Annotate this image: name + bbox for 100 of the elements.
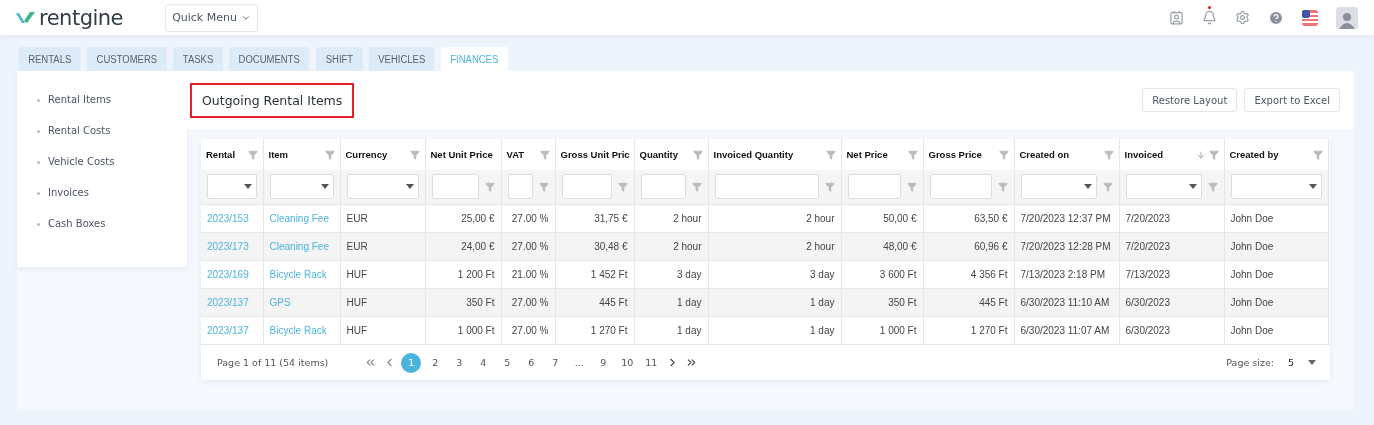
filter-icon[interactable] [691,181,702,192]
flag-icon[interactable] [1302,9,1318,26]
filter-icon[interactable] [1103,149,1114,160]
filter-icon[interactable] [824,181,835,192]
filter-field[interactable] [640,174,686,200]
sidebar-item[interactable]: Rental Costs [37,122,187,140]
filter-field[interactable] [847,174,901,200]
filter-dropdown[interactable] [1125,174,1202,200]
page-button[interactable]: 4 [473,352,494,373]
filter-field[interactable] [561,174,612,200]
column-header[interactable]: Created on [1019,149,1070,160]
filter-icon[interactable] [907,149,918,160]
filter-icon[interactable] [539,149,550,160]
column-header[interactable]: VAT [506,149,525,160]
filter-icon[interactable] [538,181,549,192]
tab[interactable]: DOCUMENTS [229,47,310,71]
column-header[interactable]: Quantity [639,149,679,160]
table-cell: HUF [340,316,425,344]
column-header[interactable]: Created by [1229,149,1279,160]
column-header[interactable]: Gross Unit Pric [560,149,630,160]
dropdown-caret-icon [1308,184,1317,190]
tab[interactable]: TASKS [173,47,223,71]
table-cell: 1 000 Ft [425,316,501,344]
filter-icon[interactable] [906,181,917,192]
filter-icon[interactable] [324,149,335,160]
avatar[interactable] [1336,6,1358,29]
filter-icon[interactable] [484,181,495,192]
page-button[interactable]: 11 [641,352,662,373]
filter-icon[interactable] [1207,181,1218,192]
column-header[interactable]: Gross Price [928,149,982,160]
filter-field[interactable] [714,174,819,200]
column-header[interactable]: Item [268,149,289,160]
table-cell: John Doe [1224,316,1328,344]
tab[interactable]: RENTALS [18,47,81,71]
filter-dropdown[interactable] [207,174,257,200]
filter-dropdown[interactable] [1230,174,1322,200]
sidebar-item[interactable]: Rental Items [37,91,187,109]
page-info: Page 1 of 11 (54 items) [217,357,329,368]
page-title: Outgoing Rental Items [190,82,355,118]
logo-text: rentgine [39,5,124,30]
filter-icon[interactable] [1312,149,1323,160]
filter-icon[interactable] [692,149,703,160]
filter-dropdown[interactable] [346,174,419,200]
filter-field[interactable] [929,174,992,200]
tab[interactable]: CUSTOMERS [87,47,167,71]
restore-layout-button[interactable]: Restore Layout [1142,88,1238,112]
filter-field[interactable] [431,174,479,200]
filter-icon[interactable] [409,149,420,160]
filter-dropdown[interactable] [1020,174,1097,200]
filter-icon[interactable] [1102,181,1113,192]
dropdown-caret-icon [1083,184,1092,190]
column-header[interactable]: Net Unit Price [430,149,493,160]
table-cell: 1 day [708,316,841,344]
help-icon[interactable] [1268,9,1284,26]
column-header[interactable]: Currency [345,149,388,160]
sort-arrow-icon[interactable] [1195,149,1206,160]
tab[interactable]: VEHICLES [368,47,435,71]
column-header[interactable]: Net Price [846,149,888,160]
page-button[interactable]: 7 [545,352,566,373]
filter-dropdown[interactable] [269,174,334,200]
filter-icon[interactable] [998,149,1009,160]
page-button[interactable]: 9 [593,352,614,373]
filter-icon[interactable] [997,181,1008,192]
table-cell: 6/30/2023 11:07 AM [1014,316,1119,344]
page-button[interactable]: 6 [521,352,542,373]
table-cell: 6/30/2023 [1119,316,1224,344]
filter-icon[interactable] [247,149,258,160]
table-cell: 1 270 Ft [923,316,1014,344]
logo-mark-icon [16,10,36,25]
dropdown-caret-icon[interactable] [1308,360,1316,365]
filter-icon[interactable] [1208,149,1219,160]
page-size-value[interactable]: 5 [1287,357,1294,368]
column-header[interactable]: Invoiced [1124,149,1164,160]
dropdown-caret-icon [243,184,252,190]
page-button[interactable]: 2 [425,352,446,373]
table-cell: 27.00 % [501,316,555,344]
sidebar-item[interactable]: Invoices [37,184,187,202]
filter-icon[interactable] [617,181,628,192]
filter-icon[interactable] [825,149,836,160]
table-cell: 1 270 Ft [555,316,634,344]
page-button[interactable]: ... [569,352,590,373]
dropdown-caret-icon [320,184,329,190]
column-header[interactable]: Invoiced Quantity [713,149,794,160]
filter-field[interactable] [507,174,533,200]
page-button[interactable]: 3 [449,352,470,373]
settings-icon[interactable] [1235,10,1250,25]
tab[interactable]: SHIFT [315,47,363,71]
table-cell: 1 day [634,316,708,344]
export-button[interactable]: Export to Excel [1244,88,1340,112]
page-button[interactable]: 10 [617,352,638,373]
column-header[interactable]: Rental [206,149,236,160]
bell-icon[interactable] [1202,10,1217,25]
sidebar-item[interactable]: Cash Boxes [37,215,187,233]
dropdown-caret-icon [1188,184,1197,190]
sidebar-item[interactable]: Vehicle Costs [37,153,187,171]
quick-menu-button[interactable]: Quick Menu [165,3,259,32]
table-cell: 1 000 Ft [841,316,923,344]
contact-card-icon[interactable] [1169,10,1184,25]
page-button[interactable]: 5 [497,352,518,373]
page-size-label: Page size: [1226,357,1274,368]
